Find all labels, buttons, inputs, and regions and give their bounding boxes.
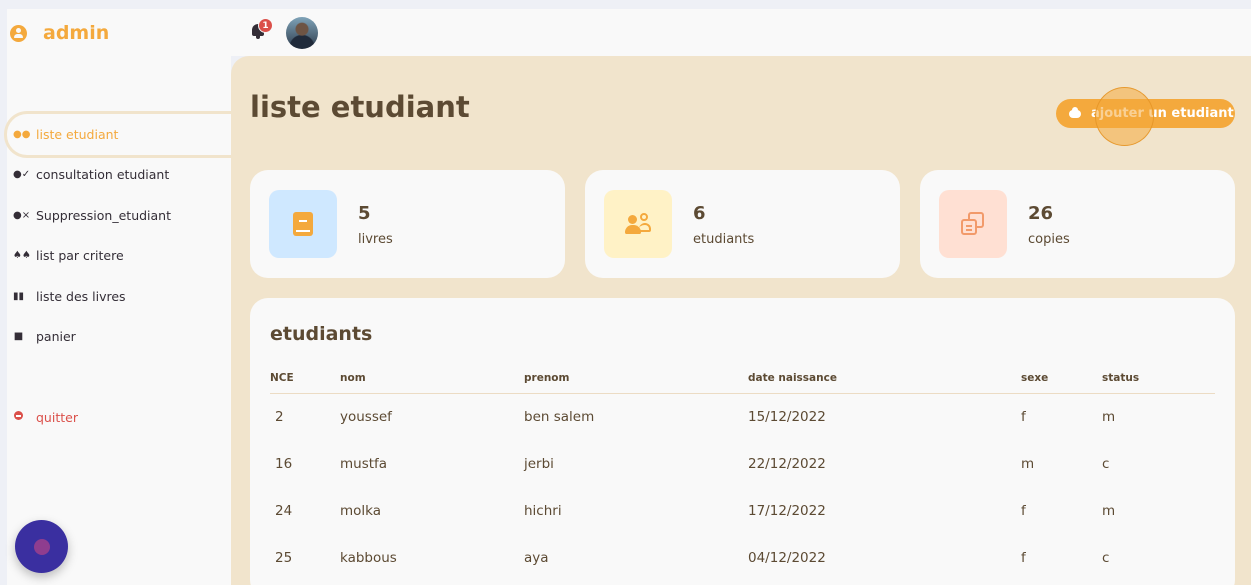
column-header[interactable]: prenom xyxy=(524,363,748,394)
copy-icon xyxy=(961,212,985,236)
sidebar-item-label: list par critere xyxy=(36,248,124,264)
sidebar-item-liste-des-livres[interactable]: ▮▮ liste des livres xyxy=(7,276,231,317)
brand-title: admin xyxy=(43,22,110,44)
stat-label: copies xyxy=(1028,232,1070,247)
sidebar-item-label: Suppression_etudiant xyxy=(36,207,172,223)
cell-date: 15/12/2022 xyxy=(748,408,826,425)
sidebar-item-consultation-etudiant[interactable]: ●✓ consultation etudiant xyxy=(7,155,231,196)
cell-status: c xyxy=(1102,549,1110,566)
students-table: NCE nom prenom date naissance sexe statu… xyxy=(270,363,1215,581)
bag-icon: ■ xyxy=(13,331,24,343)
cell-date: 22/12/2022 xyxy=(748,455,826,472)
top-navbar: 1 xyxy=(231,9,1251,56)
cell-status: m xyxy=(1102,502,1116,519)
bell-clapper xyxy=(256,36,260,39)
table-row[interactable]: 2 youssef ben salem 15/12/2022 f m xyxy=(270,393,1215,440)
cell-status: c xyxy=(1102,455,1110,472)
cell-nom: kabbous xyxy=(340,549,397,566)
column-header[interactable]: nom xyxy=(340,363,524,394)
table-row[interactable]: 25 kabbous aya 04/12/2022 f c xyxy=(270,534,1215,581)
students-table-card: etudiants NCE nom prenom date naissance … xyxy=(250,298,1235,585)
cell-date: 17/12/2022 xyxy=(748,502,826,519)
cell-nom: molka xyxy=(340,502,382,519)
avatar[interactable] xyxy=(286,17,318,49)
stat-icon-box xyxy=(939,190,1007,258)
column-header[interactable]: status xyxy=(1102,363,1215,394)
cell-sexe: m xyxy=(1021,455,1035,472)
sidebar-item-label: consultation etudiant xyxy=(36,167,170,183)
sidebar-item-suppression-etudiant[interactable]: ●× Suppression_etudiant xyxy=(7,195,231,236)
user-check-icon: ●✓ xyxy=(13,169,31,181)
book-icon xyxy=(293,212,313,236)
main-content: liste etudiant ajouter un etudiant 5 liv… xyxy=(231,56,1251,585)
user-circle-icon xyxy=(10,24,27,42)
users-icon xyxy=(625,213,651,235)
sidebar-item-list-par-critere[interactable]: ♠♠ list par critere xyxy=(7,236,231,277)
cell-prenom: jerbi xyxy=(524,455,554,472)
notification-badge: 1 xyxy=(258,18,273,33)
page-title: liste etudiant xyxy=(250,90,470,124)
cell-nce: 2 xyxy=(275,408,284,425)
user-x-icon: ●× xyxy=(13,209,31,221)
stat-label: livres xyxy=(358,232,393,247)
sidebar-item-liste-etudiant[interactable]: ●● liste etudiant xyxy=(7,114,231,155)
cell-prenom: hichri xyxy=(524,502,562,519)
floating-action-button[interactable] xyxy=(15,520,68,573)
sidebar-menu: ●● liste etudiant ●✓ consultation etudia… xyxy=(7,114,231,438)
table-row[interactable]: 24 molka hichri 17/12/2022 f m xyxy=(270,487,1215,534)
sidebar: admin ●● liste etudiant ●✓ consultation … xyxy=(7,9,231,585)
cell-status: m xyxy=(1102,408,1116,425)
cell-sexe: f xyxy=(1021,549,1026,566)
stat-icon-box xyxy=(269,190,337,258)
stat-card-etudiants: 6 etudiants xyxy=(585,170,900,278)
cell-date: 04/12/2022 xyxy=(748,549,826,566)
stat-label: etudiants xyxy=(693,232,755,247)
cloud-upload-icon xyxy=(1069,106,1081,118)
sidebar-item-label: panier xyxy=(36,329,76,345)
sidebar-item-label: liste des livres xyxy=(36,288,126,304)
cell-nce: 16 xyxy=(275,455,293,472)
column-header[interactable]: sexe xyxy=(1021,363,1102,394)
table-header-row: NCE nom prenom date naissance sexe statu… xyxy=(270,363,1215,394)
stats-row: 5 livres 6 etudiants 26 copies xyxy=(250,170,1235,278)
brand[interactable]: admin xyxy=(10,21,109,45)
sidebar-item-label: quitter xyxy=(36,409,78,425)
click-indicator xyxy=(1095,87,1154,146)
cell-prenom: aya xyxy=(524,549,549,566)
cell-nce: 25 xyxy=(275,549,293,566)
notification-bell[interactable]: 1 xyxy=(251,18,273,41)
cell-nom: youssef xyxy=(340,408,392,425)
people-icon: ♠♠ xyxy=(13,250,31,262)
stat-value: 26 xyxy=(1028,203,1054,224)
cell-sexe: f xyxy=(1021,502,1026,519)
books-icon: ▮▮ xyxy=(13,290,25,302)
cell-nom: mustfa xyxy=(340,455,388,472)
stat-card-livres: 5 livres xyxy=(250,170,565,278)
stat-value: 5 xyxy=(358,203,371,224)
cell-prenom: ben salem xyxy=(524,408,595,425)
cell-nce: 24 xyxy=(275,502,293,519)
record-icon xyxy=(33,538,50,555)
stat-value: 6 xyxy=(693,203,706,224)
sidebar-item-panier[interactable]: ■ panier xyxy=(7,317,231,358)
sidebar-item-label: liste etudiant xyxy=(36,126,119,142)
column-header[interactable]: date naissance xyxy=(748,363,1021,394)
table-title: etudiants xyxy=(270,323,373,345)
column-header[interactable]: NCE xyxy=(270,363,340,394)
users-icon: ●● xyxy=(13,128,31,140)
minus-circle-icon xyxy=(13,411,24,423)
sidebar-item-quitter[interactable]: quitter xyxy=(7,397,231,438)
cell-sexe: f xyxy=(1021,408,1026,425)
table-row[interactable]: 16 mustfa jerbi 22/12/2022 m c xyxy=(270,440,1215,487)
stat-card-copies: 26 copies xyxy=(920,170,1235,278)
stat-icon-box xyxy=(604,190,672,258)
